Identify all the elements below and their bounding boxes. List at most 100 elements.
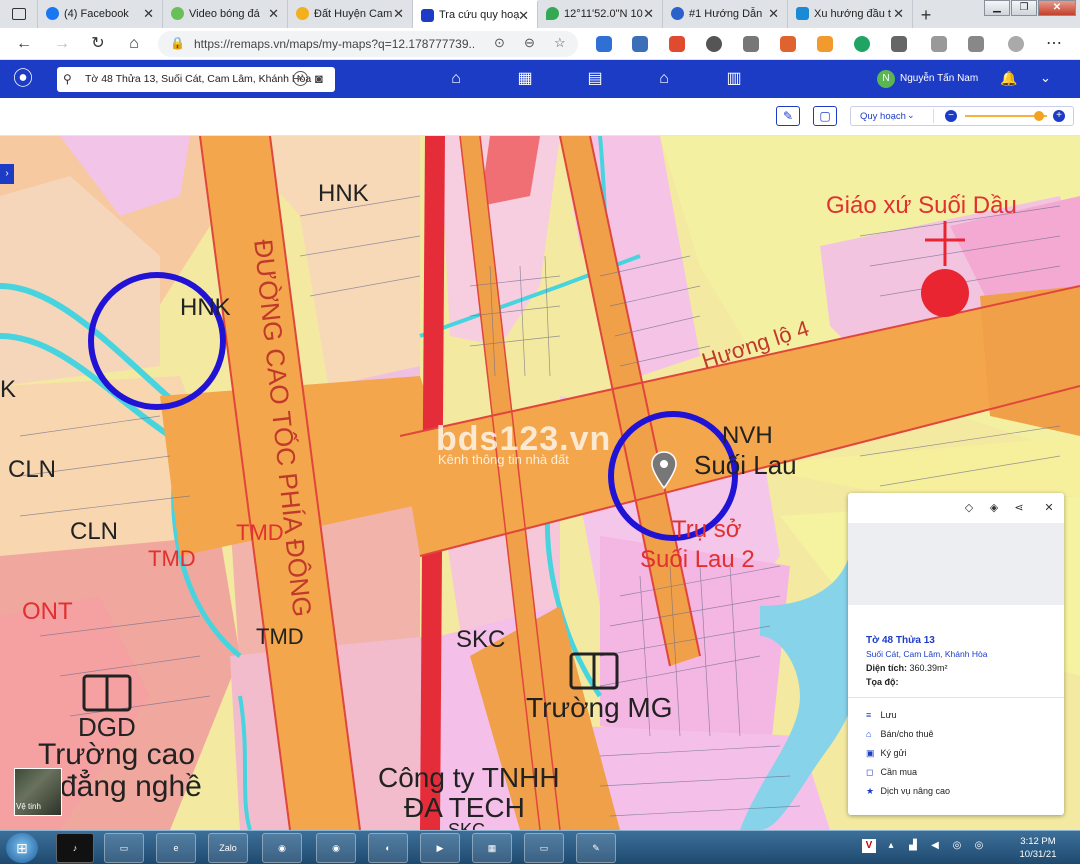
share-icon[interactable]: ⋖ <box>1010 499 1028 517</box>
taskbar-app-paint[interactable]: ✎ <box>576 833 616 863</box>
location-icon[interactable]: ⊙ <box>494 35 505 51</box>
home-icon[interactable]: ⌂ <box>447 70 465 88</box>
search-input[interactable]: ⚲ Tờ 48 Thửa 13, Suối Cát, Cam Lâm, Khán… <box>57 67 335 92</box>
consign-action[interactable]: ▣ Ký gửi <box>866 748 907 759</box>
taskbar-app-media[interactable]: ▶ <box>420 833 460 863</box>
store-icon[interactable]: ▤ <box>586 70 604 88</box>
close-icon[interactable]: ✕ <box>1040 499 1058 517</box>
hand-house-icon[interactable]: ⌂ <box>655 70 673 88</box>
zoom-icon[interactable]: ⊖ <box>524 35 535 51</box>
tray-app-icon[interactable]: ◎ <box>972 839 986 853</box>
tab-tra-cuu[interactable]: Tra cứu quy hoạ ✕ <box>413 0 538 28</box>
taskbar-app-window[interactable]: ▭ <box>524 833 564 863</box>
more-icon[interactable]: ⋯ <box>1044 34 1064 54</box>
taskbar-app-zalo[interactable]: Zalo <box>208 833 248 863</box>
star-icon: ★ <box>866 786 875 796</box>
new-tab-button[interactable]: + <box>913 2 939 28</box>
zoom-in-button[interactable]: + <box>1053 110 1065 122</box>
save-action[interactable]: ≡ Lưu <box>866 710 897 720</box>
area-row: Diện tích: 360.39m² <box>866 663 948 673</box>
tab-label: Video bóng đá <box>189 8 260 20</box>
sidebar-toggle-button[interactable]: › <box>0 164 14 184</box>
divider <box>848 697 1064 698</box>
map-label: CLN <box>8 456 57 483</box>
extension-icon[interactable] <box>632 36 648 52</box>
url-text: https://remaps.vn/maps/my-maps?q=12.1787… <box>194 37 474 51</box>
bell-icon[interactable]: 🔔 <box>1000 70 1017 87</box>
tab-video[interactable]: Video bóng đá ✕ <box>163 0 288 28</box>
camera-icon[interactable]: ◙ <box>315 71 323 86</box>
clock[interactable]: 3:12 PM 10/31/21 <box>1010 835 1066 861</box>
direction-icon[interactable]: ◈ <box>985 499 1003 517</box>
close-icon[interactable]: ✕ <box>518 8 529 24</box>
tray-up-icon[interactable]: ▴ <box>884 839 898 853</box>
close-window-button[interactable]: ✕ <box>1038 0 1076 16</box>
extension-icon[interactable] <box>817 36 833 52</box>
house-icon: ⌂ <box>866 729 872 739</box>
tray-v-icon[interactable]: V <box>862 839 876 853</box>
layer-select[interactable]: Quy hoạch ⌄ − + <box>850 106 1074 126</box>
tag-icon[interactable]: ◇ <box>960 499 978 517</box>
taskbar-app-chrome-h[interactable]: ◉ <box>262 833 302 863</box>
puzzle-icon[interactable] <box>891 36 907 52</box>
avatar[interactable]: N <box>877 70 895 88</box>
taskbar-app-chrome[interactable]: ◉ <box>316 833 356 863</box>
extension-icon[interactable] <box>706 36 722 52</box>
taskbar-app-calc[interactable]: ▦ <box>472 833 512 863</box>
buildings-icon[interactable]: ▥ <box>725 70 743 88</box>
close-icon[interactable]: ✕ <box>643 6 654 22</box>
zoom-out-button[interactable]: − <box>945 110 957 122</box>
close-icon[interactable]: ✕ <box>768 6 779 22</box>
want-buy-action[interactable]: ◻ Cần mua <box>866 767 917 778</box>
extension-icon[interactable] <box>669 36 685 52</box>
close-icon[interactable]: ✕ <box>893 6 904 22</box>
taskbar-app-explorer[interactable]: ▭ <box>104 833 144 863</box>
home-icon[interactable]: ⌂ <box>124 34 144 54</box>
extension-icon[interactable] <box>743 36 759 52</box>
collections-icon[interactable] <box>968 36 984 52</box>
extension-icon[interactable] <box>780 36 796 52</box>
address-bar[interactable]: 🔒 https://remaps.vn/maps/my-maps?q=12.17… <box>158 31 578 57</box>
taskbar-app-cc[interactable]: ◐ <box>368 833 408 863</box>
favorite-icon[interactable]: ☆ <box>554 35 566 51</box>
map-label: Trụ sở <box>672 516 742 543</box>
start-button[interactable]: ⊞ <box>6 833 38 863</box>
forward-icon[interactable]: → <box>52 34 72 54</box>
refresh-icon[interactable]: ↻ <box>88 34 108 54</box>
tray-app-icon[interactable]: ◎ <box>950 839 964 853</box>
back-icon[interactable]: ← <box>14 34 34 54</box>
tab-google-maps[interactable]: 12°11'52.0"N 10 ✕ <box>538 0 663 28</box>
taskbar-app-tiktok[interactable]: ♪ <box>56 833 94 863</box>
map-icon[interactable]: ▦ <box>516 70 534 88</box>
volume-icon[interactable]: ◀ <box>928 839 942 853</box>
taskbar-app-edge[interactable]: e <box>156 833 196 863</box>
close-icon[interactable]: ✕ <box>268 6 279 22</box>
zoom-slider-handle[interactable] <box>1033 111 1044 121</box>
map-label: NVH <box>722 422 773 449</box>
user-name[interactable]: Nguyễn Tấn Nam <box>900 73 978 84</box>
tab-facebook[interactable]: (4) Facebook ✕ <box>38 0 163 28</box>
profile-icon[interactable] <box>1008 36 1024 52</box>
select-area-icon[interactable]: ▢ <box>813 106 837 126</box>
tab-xu-huong[interactable]: Xu hướng đầu t ✕ <box>788 0 913 28</box>
network-icon[interactable]: ▟ <box>906 839 920 853</box>
extension-icon[interactable] <box>596 36 612 52</box>
sell-rent-action[interactable]: ⌂ Bán/cho thuê <box>866 729 934 739</box>
tab-actions-icon[interactable] <box>0 0 38 28</box>
logo-icon[interactable]: ⦿ <box>12 66 34 92</box>
facebook-icon <box>46 7 59 20</box>
favorites-icon[interactable] <box>931 36 947 52</box>
tab-label: Đất Huyện Cam <box>314 8 393 20</box>
chevron-down-icon[interactable]: ⌄ <box>1040 70 1051 86</box>
close-icon[interactable]: ✕ <box>143 6 154 22</box>
grammarly-icon[interactable] <box>854 36 870 52</box>
tab-dat-huyen[interactable]: Đất Huyện Cam ✕ <box>288 0 413 28</box>
tab-huong-dan[interactable]: #1 Hướng Dẫn ✕ <box>663 0 788 28</box>
advanced-service-action[interactable]: ★ Dịch vụ nâng cao <box>866 786 950 797</box>
minimize-button[interactable]: ▁ <box>984 0 1010 16</box>
clear-icon[interactable]: ✕ <box>293 71 308 86</box>
tab-label: 12°11'52.0"N 10 <box>564 8 643 20</box>
close-icon[interactable]: ✕ <box>393 6 404 22</box>
ruler-icon[interactable]: ✎ <box>776 106 800 126</box>
maximize-button[interactable]: ❐ <box>1011 0 1037 16</box>
